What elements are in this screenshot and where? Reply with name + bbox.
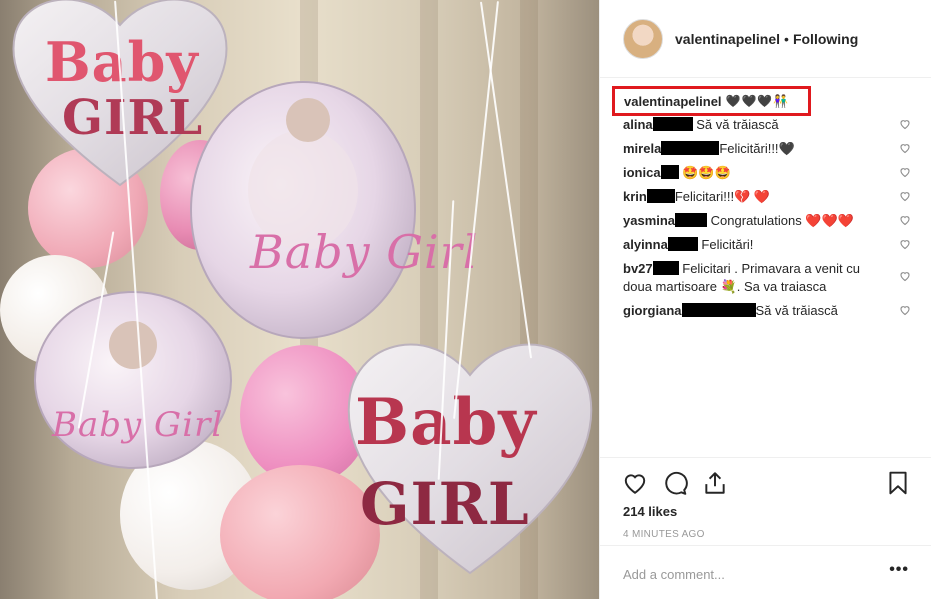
post-header: valentinapelinel • Following — [600, 0, 931, 78]
redaction-box — [667, 237, 698, 251]
caption-highlight: valentinapelinel 🖤🖤🖤👫 — [612, 86, 811, 116]
avatar[interactable] — [623, 18, 663, 59]
add-comment-input[interactable]: Add a comment... — [623, 567, 725, 582]
balloon-text: Baby Girl — [250, 225, 479, 279]
add-comment-bar: Add a comment... ••• — [600, 545, 931, 599]
redaction-box — [652, 117, 693, 131]
comment-username[interactable]: ionica — [623, 165, 661, 180]
header-separator: • — [784, 30, 789, 47]
heart-outline-icon[interactable] — [622, 470, 648, 496]
heart-outline-icon[interactable] — [899, 270, 911, 282]
comment-text: Felicitări! — [697, 237, 754, 252]
post-actions: 214 likes 4 MINUTES AGO — [600, 457, 931, 540]
comment-row: alina Să vă trăiască — [623, 116, 911, 134]
balloon-text: Baby — [355, 385, 537, 460]
heart-outline-icon[interactable] — [899, 166, 911, 178]
comment-text: Felicitări!!!🖤 — [719, 141, 795, 156]
post-timestamp[interactable]: 4 MINUTES AGO — [623, 529, 705, 540]
caption-username[interactable]: valentinapelinel — [624, 94, 722, 109]
bookmark-icon[interactable] — [885, 470, 911, 496]
comment-username[interactable]: bv27 — [623, 261, 653, 276]
balloon-text: GIRL — [62, 90, 204, 146]
comment-username[interactable]: giorgiana — [623, 303, 682, 318]
heart-outline-icon[interactable] — [899, 142, 911, 154]
heart-outline-icon[interactable] — [899, 238, 911, 250]
speech-bubble-icon[interactable] — [662, 470, 688, 496]
redaction-box — [652, 261, 679, 275]
redaction-box — [675, 213, 708, 227]
action-icons — [622, 470, 911, 496]
comment-text: Congratulations ❤️❤️❤️ — [707, 213, 854, 228]
post-sidebar: valentinapelinel • Following valentinape… — [599, 0, 931, 599]
comment-row: krin Felicitari!!!💔 ❤️ — [623, 188, 911, 206]
header-username[interactable]: valentinapelinel — [675, 31, 780, 47]
comment-text: Felicitari!!!💔 ❤️ — [674, 189, 771, 204]
comment-text: Să vă trăiască — [755, 303, 838, 318]
following-button[interactable]: Following — [793, 31, 858, 47]
comment-username[interactable]: yasmina — [623, 213, 675, 228]
comment-text: 🤩🤩🤩 — [678, 165, 731, 180]
comment-username[interactable]: alina — [623, 117, 653, 132]
comment-row: mirela Felicitări!!!🖤 — [623, 140, 911, 158]
comment-username[interactable]: alyinna — [623, 237, 668, 252]
comment-row: alyinna Felicitări! — [623, 236, 911, 254]
share-upload-icon[interactable] — [702, 470, 728, 496]
heart-outline-icon[interactable] — [899, 304, 911, 316]
comment-row: giorgiana Să vă trăiască — [623, 302, 911, 320]
heart-outline-icon[interactable] — [899, 214, 911, 226]
more-options-icon[interactable]: ••• — [889, 561, 909, 579]
post-photo[interactable]: Baby GIRL Baby Girl Baby Girl Baby GIRL — [0, 0, 599, 599]
redaction-box — [661, 141, 720, 155]
comment-text: Să vă trăiască — [692, 117, 779, 132]
heart-outline-icon[interactable] — [899, 190, 911, 202]
redaction-box — [681, 303, 756, 317]
likes-count[interactable]: 214 likes — [623, 504, 677, 519]
comment-row: ionica 🤩🤩🤩 — [623, 164, 911, 182]
comment-row: yasmina Congratulations ❤️❤️❤️ — [623, 212, 911, 230]
balloon-text: GIRL — [360, 470, 530, 538]
heart-outline-icon[interactable] — [899, 118, 911, 130]
comment-username[interactable]: mirela — [623, 141, 661, 156]
caption-text: 🖤🖤🖤👫 — [725, 94, 790, 108]
redaction-box — [660, 165, 679, 179]
comment-row: bv27 Felicitari . Primavara a venit cu d… — [623, 260, 911, 296]
comment-username[interactable]: krin — [623, 189, 647, 204]
redaction-box — [646, 189, 675, 203]
